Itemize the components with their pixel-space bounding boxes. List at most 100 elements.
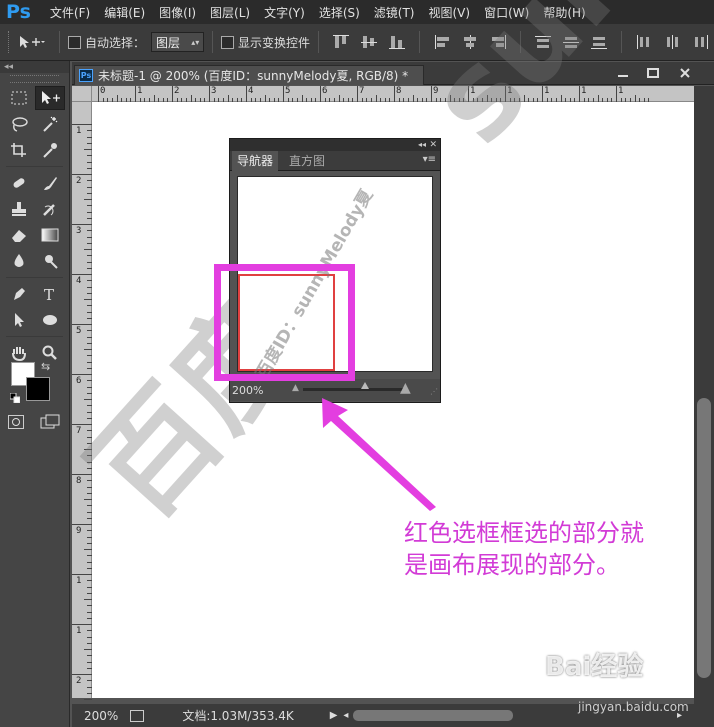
auto-select-dropdown[interactable]: 图层 ▴▾	[151, 32, 205, 52]
close-button[interactable]	[670, 64, 700, 82]
pen-tool-icon[interactable]	[4, 282, 34, 306]
panel-menu-icon[interactable]: ▾≡	[423, 154, 436, 165]
ruler-label: 7	[359, 86, 365, 96]
tab-histogram[interactable]: 直方图	[284, 151, 330, 171]
align-right-icon[interactable]	[488, 34, 508, 50]
dodge-tool-icon[interactable]	[35, 249, 65, 273]
type-tool-icon[interactable]: T	[35, 282, 65, 306]
menu-bar: Ps 文件(F) 编辑(E) 图像(I) 图层(L) 文字(Y) 选择(S) 滤…	[0, 0, 714, 24]
menu-edit[interactable]: 编辑(E)	[97, 4, 152, 21]
ellipse-tool-icon[interactable]	[35, 308, 65, 332]
align-top-icon[interactable]	[331, 34, 351, 50]
collapse-panel-icon[interactable]: ◂◂	[418, 139, 426, 151]
align-vcenter-icon[interactable]	[359, 34, 379, 50]
move-tool-icon[interactable]	[35, 86, 65, 110]
auto-select-checkbox[interactable]	[68, 35, 82, 49]
vertical-scrollbar[interactable]	[694, 86, 714, 706]
magic-wand-tool-icon[interactable]	[35, 112, 65, 136]
background-color-swatch[interactable]	[26, 377, 50, 401]
move-tool-preset-icon[interactable]	[12, 30, 51, 54]
distribute-left-icon[interactable]	[634, 34, 654, 50]
horizontal-ruler[interactable]: 0 1 2 3 4 5 6 7 8 9 1 1 1 1 1	[92, 86, 694, 102]
zoom-out-icon[interactable]: ▲	[292, 383, 299, 393]
ruler-tick	[283, 86, 284, 102]
navigator-zoom-slider[interactable]	[303, 382, 403, 391]
show-transform-checkbox[interactable]	[221, 35, 235, 49]
export-icon[interactable]	[130, 709, 145, 722]
ruler-minor-tick	[84, 699, 92, 700]
ruler-minor-tick	[84, 399, 92, 400]
gradient-tool-icon[interactable]	[35, 223, 65, 247]
minimize-button[interactable]	[608, 64, 638, 82]
healing-brush-tool-icon[interactable]	[4, 171, 34, 195]
align-bottom-icon[interactable]	[387, 34, 407, 50]
tab-navigator[interactable]: 导航器	[232, 151, 279, 171]
history-brush-tool-icon[interactable]	[35, 197, 65, 221]
menu-type[interactable]: 文字(Y)	[257, 4, 312, 21]
ruler-minor-tick	[116, 95, 118, 102]
ruler-tick	[246, 86, 247, 102]
marquee-tool-icon[interactable]	[4, 86, 34, 110]
align-buttons	[327, 31, 714, 53]
navigator-panel-header[interactable]: ◂◂ ✕	[230, 139, 440, 151]
separator	[520, 31, 522, 53]
menu-window[interactable]: 窗口(W)	[477, 4, 536, 21]
ruler-minor-tick	[84, 349, 92, 350]
vertical-ruler[interactable]: 1 2 3 4 5 6 7 8 9 1 1 2	[72, 102, 92, 719]
tools-grip[interactable]	[10, 75, 59, 83]
menu-select[interactable]: 选择(S)	[312, 4, 367, 21]
ruler-label: 8	[396, 86, 402, 96]
default-colors-icon[interactable]	[9, 392, 21, 404]
resize-grip-icon[interactable]: ⋰	[430, 387, 438, 396]
tools-collapse-button[interactable]: ◂◂	[0, 61, 69, 73]
menu-view[interactable]: 视图(V)	[422, 4, 478, 21]
distribute-vcenter-icon[interactable]	[561, 34, 581, 50]
align-left-icon[interactable]	[432, 34, 452, 50]
distribute-hcenter-icon[interactable]	[662, 34, 682, 50]
eyedropper-tool-icon[interactable]	[35, 138, 65, 162]
ruler-label: 3	[76, 226, 82, 236]
clone-stamp-tool-icon[interactable]	[4, 197, 34, 221]
ruler-minor-tick	[227, 95, 229, 102]
distribute-right-icon[interactable]	[690, 34, 710, 50]
ruler-tick	[98, 86, 99, 102]
scroll-left-icon[interactable]: ◂	[343, 710, 348, 721]
ruler-minor-tick	[338, 95, 340, 102]
status-menu-arrow-icon[interactable]: ▶	[330, 710, 338, 721]
menu-filter[interactable]: 滤镜(T)	[367, 4, 422, 21]
lasso-tool-icon[interactable]	[4, 112, 34, 136]
navigator-zoom-slider-thumb[interactable]	[361, 382, 369, 389]
screen-mode-icon[interactable]	[40, 414, 62, 430]
document-tab[interactable]: Ps 未标题-1 @ 200% (百度ID：sunnyMelody夏, RGB/…	[74, 65, 424, 85]
eraser-tool-icon[interactable]	[4, 223, 34, 247]
close-panel-icon[interactable]: ✕	[429, 139, 437, 151]
status-zoom[interactable]: 200%	[84, 709, 118, 723]
distribute-bottom-icon[interactable]	[589, 34, 609, 50]
distribute-top-icon[interactable]	[533, 34, 553, 50]
menu-layer[interactable]: 图层(L)	[203, 4, 257, 21]
quick-mask-icon[interactable]	[8, 415, 24, 429]
site-url: jingyan.baidu.com	[578, 700, 689, 714]
ruler-tick	[72, 174, 92, 175]
path-selection-tool-icon[interactable]	[4, 308, 34, 332]
horizontal-scroll-thumb[interactable]	[353, 710, 514, 721]
align-hcenter-icon[interactable]	[460, 34, 480, 50]
ruler-label: 6	[76, 376, 82, 386]
menu-help[interactable]: 帮助(H)	[536, 4, 592, 21]
menu-file[interactable]: 文件(F)	[43, 4, 97, 21]
menu-image[interactable]: 图像(I)	[152, 4, 203, 21]
crop-tool-icon[interactable]	[4, 138, 34, 162]
separator	[621, 31, 623, 53]
zoom-in-icon[interactable]: ▲	[400, 380, 411, 396]
ruler-tick	[431, 86, 432, 102]
swap-colors-icon[interactable]: ⇆	[41, 360, 50, 373]
brush-tool-icon[interactable]	[35, 171, 65, 195]
ruler-minor-tick	[84, 649, 92, 650]
navigator-zoom-value[interactable]: 200%	[232, 384, 280, 397]
ruler-minor-tick	[264, 95, 266, 102]
maximize-button[interactable]	[638, 64, 668, 82]
blur-tool-icon[interactable]	[4, 249, 34, 273]
ruler-minor-tick	[84, 599, 92, 600]
ruler-origin[interactable]	[72, 86, 92, 102]
ruler-tick	[542, 86, 543, 102]
